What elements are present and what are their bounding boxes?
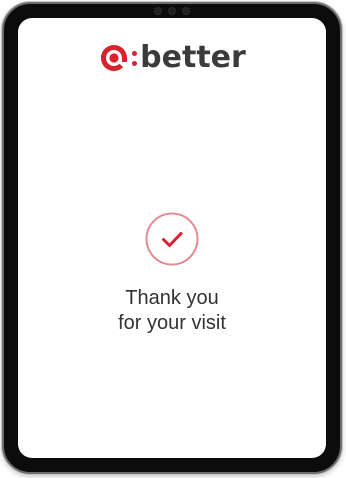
message-line-1: Thank you: [125, 287, 219, 309]
camera-array: [154, 7, 190, 15]
camera-dot: [154, 7, 162, 15]
thank-you-message: Thank you for your visit: [18, 286, 326, 336]
checkmark-circle-icon: [145, 212, 199, 266]
camera-dot: [182, 7, 190, 15]
tablet-screen: better Thank you for your visit: [18, 18, 326, 458]
logo-text: better: [140, 40, 246, 75]
at-sign-logo-icon: [101, 45, 128, 71]
message-line-2: for your visit: [118, 312, 226, 334]
tablet-frame: better Thank you for your visit: [2, 2, 342, 474]
brand-logo: better: [18, 42, 326, 74]
logo-separator: [132, 50, 138, 66]
camera-dot: [168, 7, 176, 15]
